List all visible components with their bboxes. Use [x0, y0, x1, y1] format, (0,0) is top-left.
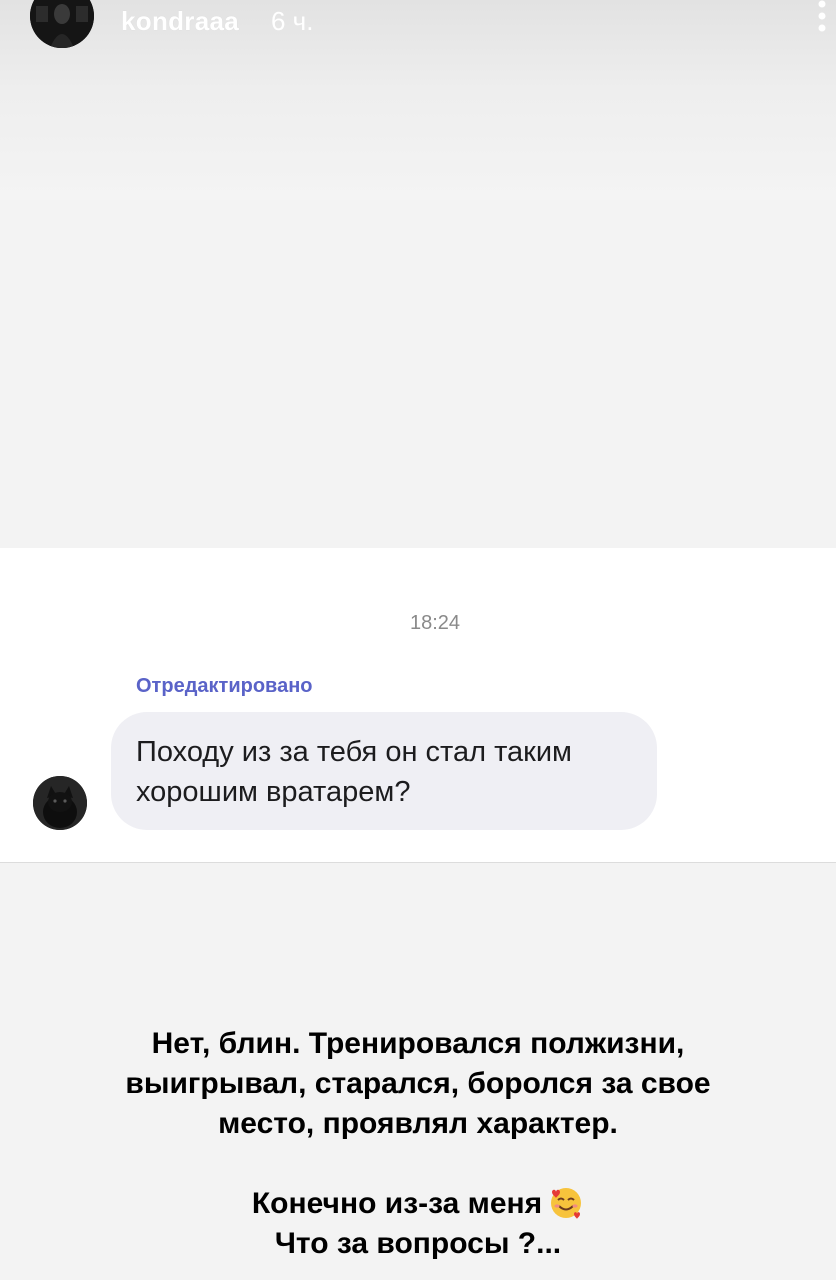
caption-line-5: Что за вопросы ?...: [274, 1227, 562, 1260]
caption-line-2: выигрывал, старался, боролся за свое: [125, 1067, 711, 1100]
story-username[interactable]: kondraaa: [121, 6, 239, 37]
message-timestamp: 18:24: [409, 612, 461, 634]
more-options-icon[interactable]: [812, 0, 832, 36]
smiling-face-with-hearts-icon: [551, 1188, 582, 1219]
sender-avatar: [33, 776, 87, 830]
caption-line-4-text: Конечно из-за меня: [251, 1187, 543, 1220]
caption-line-4: Конечно из-за меня: [60, 1184, 776, 1224]
message-bubble: Походу из за тебя он стал таким хорошим …: [111, 712, 657, 830]
cat-avatar-icon: [33, 776, 87, 830]
message-text-line-2: хорошим вратарем?: [136, 776, 411, 808]
caption-line-1: Нет, блин. Тренировался полжизни,: [151, 1027, 685, 1060]
story-time-ago: 6 ч.: [271, 6, 314, 36]
story-caption: Нет, блин. Тренировался полжизни, выигры…: [60, 1024, 776, 1264]
edited-label: Отредактировано: [136, 675, 313, 697]
message-text-line-1: Походу из за тебя он стал таким: [136, 736, 572, 768]
caption-line-3: место, проявлял характер.: [218, 1107, 618, 1140]
avatar-photo-icon: [30, 0, 94, 48]
chat-divider: [0, 862, 836, 863]
story-header: kondraaa 6 ч.: [0, 0, 836, 60]
user-avatar[interactable]: [30, 0, 94, 48]
